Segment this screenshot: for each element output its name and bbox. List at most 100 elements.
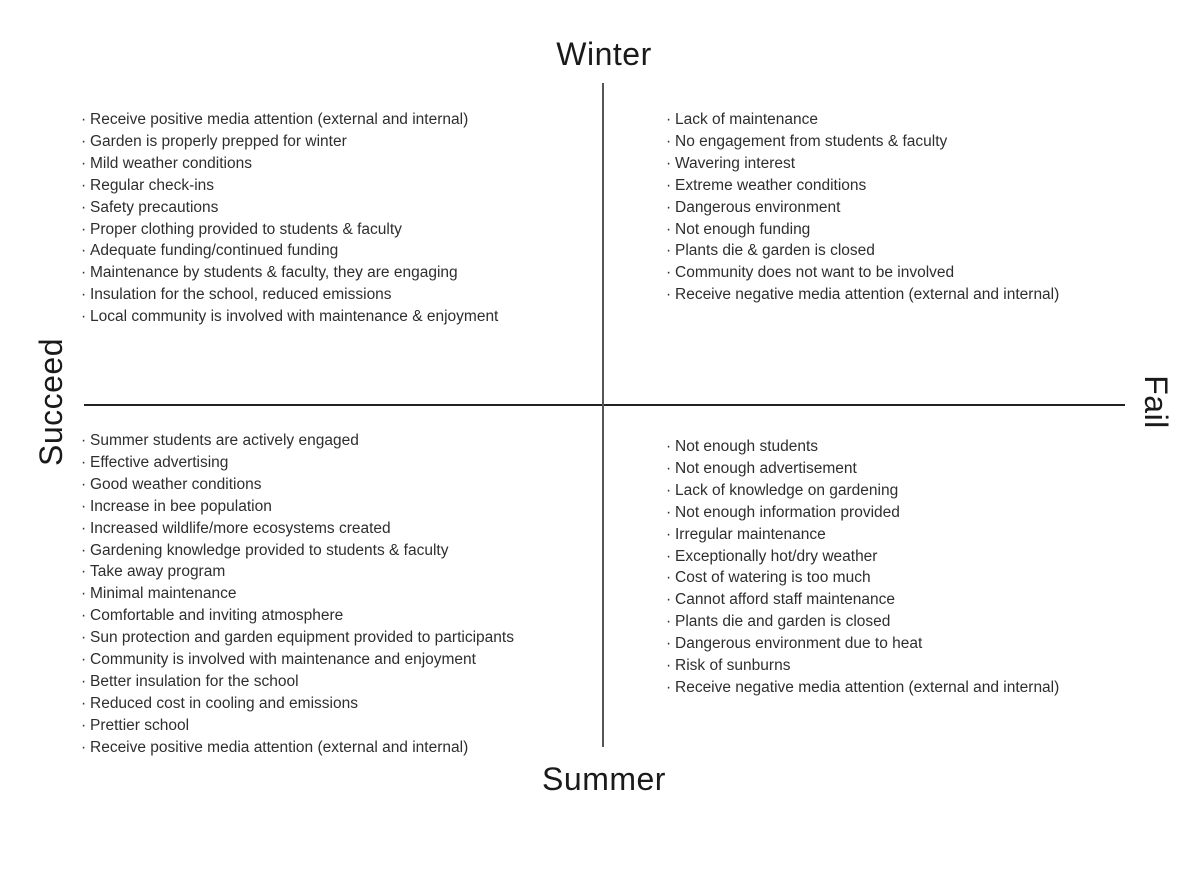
list-item-text: Community does not want to be involved bbox=[675, 264, 955, 282]
bullet-icon: · bbox=[666, 286, 672, 304]
bullet-icon: · bbox=[666, 503, 672, 521]
bullet-icon: · bbox=[81, 198, 87, 216]
list-item: · Better insulation for the school bbox=[81, 671, 514, 693]
list-item: · Prettier school bbox=[81, 715, 514, 737]
list-item: · Exceptionally hot/dry weather bbox=[666, 546, 1059, 568]
list-item: · Not enough advertisement bbox=[666, 458, 1059, 480]
list-item: · Community is involved with maintenance … bbox=[81, 649, 514, 671]
list-item: · Mild weather conditions bbox=[81, 153, 498, 175]
list-item-text: Increased wildlife/more ecosystems creat… bbox=[90, 519, 391, 537]
list-item: · Insulation for the school, reduced emis… bbox=[81, 284, 498, 306]
list-item: · Summer students are actively engaged bbox=[81, 430, 514, 452]
horizontal-axis-line bbox=[84, 404, 1125, 406]
list-item-text: Risk of sunburns bbox=[675, 657, 791, 675]
list-item: · Not enough students bbox=[666, 436, 1059, 458]
list-item-text: Irregular maintenance bbox=[675, 525, 826, 543]
list-item: · Not enough funding bbox=[666, 219, 1059, 241]
list-item-text: Wavering interest bbox=[675, 154, 796, 172]
bullet-icon: · bbox=[81, 563, 87, 581]
list-item-text: Minimal maintenance bbox=[90, 585, 237, 603]
bullet-icon: · bbox=[81, 432, 87, 449]
list-item-text: Dangerous environment bbox=[675, 198, 841, 216]
bullet-icon: · bbox=[81, 453, 87, 471]
list-item: · Local community is involved with mainte… bbox=[81, 306, 498, 328]
list-item: · Receive positive media attention (exter… bbox=[81, 109, 498, 131]
list-item: · Irregular maintenance bbox=[666, 524, 1059, 546]
list-item-text: Lack of knowledge on gardening bbox=[675, 481, 899, 499]
bullet-icon: · bbox=[81, 585, 87, 603]
list-item-text: Not enough information provided bbox=[675, 503, 900, 521]
list-item-text: Good weather conditions bbox=[90, 475, 262, 493]
bullet-icon: · bbox=[81, 519, 87, 537]
list-item-text: Safety precautions bbox=[90, 198, 219, 216]
list-item: · Reduced cost in cooling and emissions bbox=[81, 693, 514, 715]
vertical-axis-line bbox=[602, 83, 604, 747]
axis-label-succeed: Succeed bbox=[33, 337, 69, 467]
bullet-icon: · bbox=[81, 497, 87, 515]
bullet-icon: · bbox=[81, 220, 87, 238]
bullet-icon: · bbox=[81, 176, 87, 194]
list-item: · Not enough information provided bbox=[666, 502, 1059, 524]
quadrant-summer-succeed: · Summer students are actively engaged · Ef… bbox=[81, 430, 514, 759]
quadrant-winter-succeed: · Receive positive media attention (exter… bbox=[81, 109, 498, 328]
list-item: · Good weather conditions bbox=[81, 474, 514, 496]
bullet-icon: · bbox=[81, 475, 87, 493]
list-item-text: Plants die & garden is closed bbox=[675, 242, 875, 260]
list-item-text: Receive negative media attention (extern… bbox=[675, 678, 1060, 696]
list-item-text: Gardening knowledge provided to students… bbox=[90, 541, 449, 559]
list-item: · Maintenance by students & faculty, they… bbox=[81, 262, 498, 284]
bullet-icon: · bbox=[666, 459, 672, 477]
list-item-text: Cost of watering is too much bbox=[675, 569, 871, 587]
bullet-icon: · bbox=[81, 651, 87, 669]
list-item: · Gardening knowledge provided to student… bbox=[81, 540, 514, 562]
list-item: · Plants die and garden is closed bbox=[666, 611, 1059, 633]
list-item-text: Not enough advertisement bbox=[675, 459, 857, 477]
quadrant-summer-fail: · Not enough students · Not enough advertis… bbox=[666, 436, 1059, 699]
list-item: · Minimal maintenance bbox=[81, 583, 514, 605]
list-item: · Lack of maintenance bbox=[666, 109, 1059, 131]
list-item-text: Not enough students bbox=[675, 438, 819, 455]
list-item-text: Proper clothing provided to students & f… bbox=[90, 220, 402, 238]
bullet-icon: · bbox=[666, 111, 672, 128]
bullet-icon: · bbox=[666, 242, 672, 260]
list-item: · Effective advertising bbox=[81, 452, 514, 474]
list-item-text: Prettier school bbox=[90, 716, 190, 734]
bullet-icon: · bbox=[666, 613, 672, 631]
list-item-text: Receive positive media attention (extern… bbox=[90, 738, 469, 756]
bullet-icon: · bbox=[666, 132, 672, 150]
list-item: · Adequate funding/continued funding bbox=[81, 240, 498, 262]
list-item: · Extreme weather conditions bbox=[666, 175, 1059, 197]
bullet-icon: · bbox=[666, 591, 672, 609]
list-item: · Comfortable and inviting atmosphere bbox=[81, 605, 514, 627]
list-item: · Regular check-ins bbox=[81, 175, 498, 197]
list-item-text: Local community is involved with mainten… bbox=[90, 308, 499, 326]
list-item: · Dangerous environment bbox=[666, 197, 1059, 219]
bullet-icon: · bbox=[666, 154, 672, 172]
list-item: · Wavering interest bbox=[666, 153, 1059, 175]
bullet-icon: · bbox=[666, 635, 672, 653]
bullet-icon: · bbox=[81, 738, 87, 756]
list-item: · Lack of knowledge on gardening bbox=[666, 480, 1059, 502]
axis-label-fail: Fail bbox=[1138, 375, 1174, 429]
bullet-icon: · bbox=[81, 694, 87, 712]
list-item: · Proper clothing provided to students & … bbox=[81, 219, 498, 241]
list-item-text: Adequate funding/continued funding bbox=[90, 242, 339, 260]
bullet-icon: · bbox=[81, 154, 87, 172]
bullet-icon: · bbox=[81, 264, 87, 282]
list-item: · Safety precautions bbox=[81, 197, 498, 219]
list-item-text: Garden is properly prepped for winter bbox=[90, 132, 347, 150]
list-item: · Garden is properly prepped for winter bbox=[81, 131, 498, 153]
list-item: · Receive negative media attention (exter… bbox=[666, 677, 1059, 699]
list-item-text: Cannot afford staff maintenance bbox=[675, 591, 896, 609]
bullet-icon: · bbox=[666, 438, 672, 455]
list-item: · Sun protection and garden equipment pro… bbox=[81, 627, 514, 649]
bullet-icon: · bbox=[81, 672, 87, 690]
bullet-icon: · bbox=[81, 541, 87, 559]
list-item-text: Take away program bbox=[90, 563, 226, 581]
list-item-text: Insulation for the school, reduced emiss… bbox=[90, 286, 392, 304]
bullet-icon: · bbox=[666, 678, 672, 696]
list-item: · Receive positive media attention (exter… bbox=[81, 737, 514, 759]
bullet-icon: · bbox=[81, 308, 87, 326]
bullet-icon: · bbox=[81, 286, 87, 304]
list-item-text: Summer students are actively engaged bbox=[90, 432, 359, 449]
